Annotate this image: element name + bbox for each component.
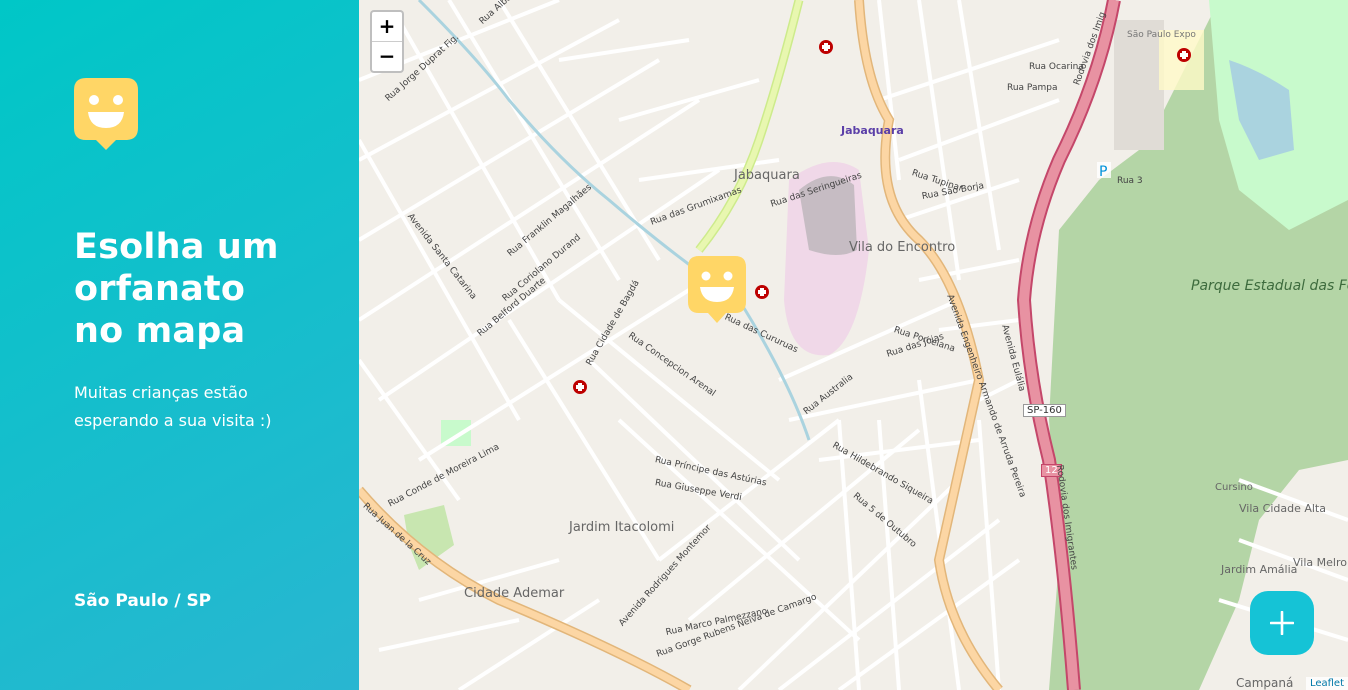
page-title: Esolha um orfanato no mapa [74,227,279,351]
district-label: Jardim Itacolomi [569,520,675,535]
street-label: Rua Ocarina [1029,62,1084,72]
svg-text:P: P [1099,164,1107,180]
street-label: Rua 3 [1117,176,1143,186]
park-label: Parque Estadual das Fontes do Ipiranga [1191,278,1348,294]
expo-label: São Paulo Expo [1127,30,1196,40]
road-shield: SP-160 [1023,404,1066,417]
district-label: Vila Melro [1293,556,1347,569]
zoom-in-button[interactable]: + [372,12,402,41]
map[interactable]: P Jabaquara Vila do Encontro Jardim Itac… [359,0,1348,690]
map-attribution[interactable]: Leaflet [1305,677,1348,690]
district-label: Jardim Amália [1221,563,1298,576]
sidebar: Esolha um orfanato no mapa Muitas crianç… [0,0,359,690]
district-label: Jabaquara [734,168,800,183]
location-label: São Paulo / SP [74,591,212,611]
plus-icon [1270,611,1294,635]
district-label: Cursino [1215,482,1253,493]
district-label: Cidade Ademar [464,586,565,601]
district-label: Vila Cidade Alta [1239,502,1326,515]
zoom-control: + − [370,10,404,73]
district-label: Campaná [1236,676,1294,690]
page-subtitle: Muitas crianças estão esperando a sua vi… [74,383,272,430]
smiley-logo-icon [74,78,138,150]
station-label: Jabaquara [841,124,904,137]
zoom-out-button[interactable]: − [372,41,402,71]
orphanage-marker-icon[interactable] [688,256,746,324]
add-orphanage-button[interactable] [1250,591,1314,655]
street-label: Rua Pampa [1007,83,1058,93]
district-label: Vila do Encontro [849,240,956,255]
